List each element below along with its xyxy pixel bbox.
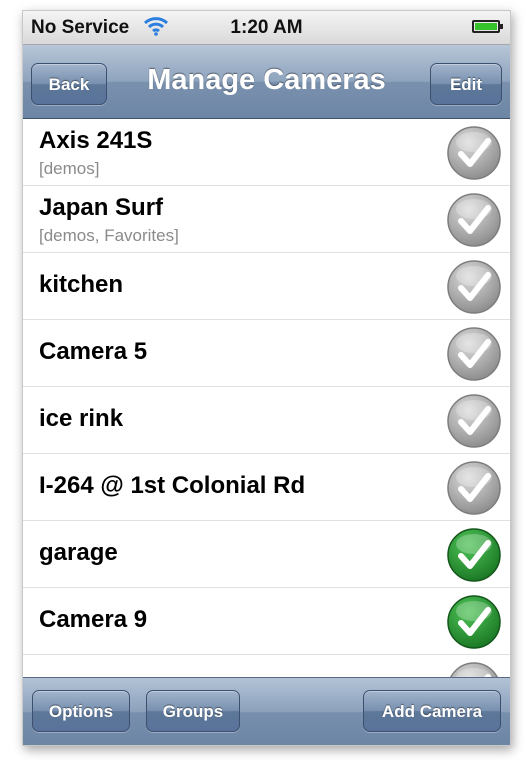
camera-row[interactable]: kitchen [23,253,510,320]
camera-row[interactable]: Camera 9 [23,588,510,655]
checkmark-unselected-icon[interactable] [446,393,502,449]
clock: 1:20 AM [230,17,303,38]
camera-row[interactable]: Japan Surf [demos, Favorites] [23,186,510,253]
camera-row[interactable]: ice rink [23,387,510,454]
add-camera-button[interactable]: Add Camera [363,690,501,732]
checkmark-unselected-icon[interactable] [446,326,502,382]
options-button[interactable]: Options [32,690,130,732]
camera-name: garage [39,539,118,566]
camera-name: I-264 @ 1st Colonial Rd [39,472,306,499]
camera-row[interactable]: Camera 14 [23,655,510,679]
battery-charging-icon [472,20,503,33]
camera-name: Camera 9 [39,606,148,633]
camera-row[interactable]: Axis 241S [demos] [23,119,510,186]
camera-name: ice rink [39,405,124,432]
checkmark-unselected-icon[interactable] [446,259,502,315]
status-bar: No Service 1:20 AM [23,11,510,45]
groups-button[interactable]: Groups [146,690,240,732]
checkmark-selected-icon[interactable] [446,527,502,583]
camera-name: Japan Surf [39,194,164,221]
camera-list[interactable]: Axis 241S [demos] Japan Surf [demos, Favori… [23,119,510,679]
camera-name: kitchen [39,271,124,298]
camera-groups: [demos, Favorites] [39,226,179,245]
camera-name: Camera 5 [39,338,148,365]
camera-groups: [demos] [39,159,100,178]
camera-row[interactable]: I-264 @ 1st Colonial Rd [23,454,510,521]
bottom-toolbar: Options Groups Add Camera [23,677,510,745]
phone-screen: No Service 1:20 AM Back Manage Cameras E… [22,10,511,746]
checkmark-unselected-icon[interactable] [446,192,502,248]
checkmark-selected-icon[interactable] [446,594,502,650]
navigation-bar: Back Manage Cameras Edit [23,45,510,119]
camera-row[interactable]: garage [23,521,510,588]
camera-name: Axis 241S [39,127,153,154]
edit-button[interactable]: Edit [430,63,502,105]
camera-row[interactable]: Camera 5 [23,320,510,387]
checkmark-unselected-icon[interactable] [446,460,502,516]
checkmark-unselected-icon[interactable] [446,125,502,181]
